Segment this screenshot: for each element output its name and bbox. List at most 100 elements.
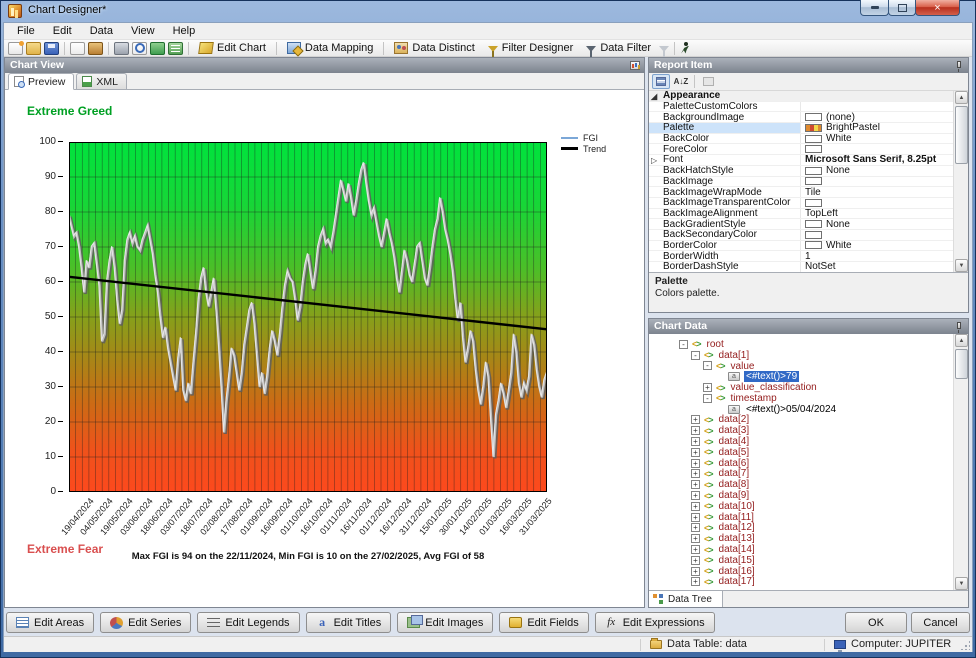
edit-series-button[interactable]: Edit Series <box>100 612 191 633</box>
run-icon[interactable] <box>680 42 690 55</box>
property-grid-scrollbar[interactable]: ▲ ▼ <box>953 91 968 272</box>
menu-edit[interactable]: Edit <box>44 24 81 38</box>
collapse-icon[interactable]: - <box>691 351 700 360</box>
tree-node-data-14-[interactable]: +<>data[14] <box>649 544 953 555</box>
property-value[interactable]: White <box>801 241 953 251</box>
edit-expressions-button[interactable]: fxEdit Expressions <box>595 612 715 633</box>
property-row-backgroundimage[interactable]: BackgroundImage(none) <box>649 112 953 123</box>
property-row-backgradientstyle[interactable]: BackGradientStyleNone <box>649 219 953 230</box>
tree-node-data-13-[interactable]: +<>data[13] <box>649 533 953 544</box>
export-grid-icon[interactable] <box>168 42 183 55</box>
sort-alphabetical-button[interactable]: A↓Z <box>672 74 690 89</box>
property-value[interactable] <box>801 177 953 187</box>
filter-designer-button[interactable]: Filter Designer <box>483 41 579 55</box>
property-row-backimage[interactable]: BackImage <box>649 177 953 188</box>
expand-icon[interactable]: + <box>691 502 700 511</box>
tree-node--text-79[interactable]: a<#text()>79 <box>649 371 953 382</box>
property-value[interactable]: Microsoft Sans Serif, 8.25pt <box>801 155 953 165</box>
tab-preview[interactable]: Preview <box>8 73 74 90</box>
minimize-button[interactable] <box>860 0 889 16</box>
expand-icon[interactable]: + <box>691 469 700 478</box>
tree-node-value-classification[interactable]: +<>value_classification <box>649 382 953 393</box>
expand-icon[interactable]: + <box>691 545 700 554</box>
tree-node-data-8-[interactable]: +<>data[8] <box>649 479 953 490</box>
expand-icon[interactable]: + <box>691 459 700 468</box>
collapse-icon[interactable]: - <box>679 340 688 349</box>
scroll-thumb[interactable] <box>955 106 968 164</box>
tree-node-timestamp[interactable]: -<>timestamp <box>649 393 953 404</box>
categorized-button[interactable] <box>652 74 670 89</box>
ok-button[interactable]: OK <box>845 612 907 633</box>
menu-view[interactable]: View <box>122 24 164 38</box>
tree-node-data-7-[interactable]: +<>data[7] <box>649 469 953 480</box>
data-distinct-button[interactable]: Data Distinct <box>389 41 479 55</box>
print-preview-icon[interactable] <box>132 42 147 55</box>
tree-node-root[interactable]: -<>root <box>649 339 953 350</box>
property-row-borderwidth[interactable]: BorderWidth1 <box>649 251 953 262</box>
property-row-font[interactable]: ▷FontMicrosoft Sans Serif, 8.25pt <box>649 155 953 166</box>
cancel-button[interactable]: Cancel <box>911 612 970 633</box>
tree-node-value[interactable]: -<>value <box>649 361 953 372</box>
property-row-palettecustomcolors[interactable]: PaletteCustomColors <box>649 102 953 113</box>
expand-icon[interactable]: + <box>691 437 700 446</box>
edit-images-button[interactable]: Edit Images <box>397 612 493 633</box>
scroll-thumb[interactable] <box>955 349 968 379</box>
tree-scrollbar[interactable]: ▲ ▼ <box>953 334 968 590</box>
tree-node-data-11-[interactable]: +<>data[11] <box>649 512 953 523</box>
tree-node-data-5-[interactable]: +<>data[5] <box>649 447 953 458</box>
property-value[interactable]: None <box>801 219 953 229</box>
edit-fields-button[interactable]: Edit Fields <box>499 612 588 633</box>
tree-node-data-1-[interactable]: -<>data[1] <box>649 350 953 361</box>
tree-node-data-15-[interactable]: +<>data[15] <box>649 555 953 566</box>
property-value[interactable]: BrightPastel <box>801 123 953 133</box>
open-icon[interactable] <box>26 42 41 55</box>
property-value[interactable]: NotSet <box>801 262 953 272</box>
app-icon[interactable] <box>8 4 22 18</box>
expand-icon[interactable]: + <box>691 426 700 435</box>
expand-icon[interactable]: ▷ <box>651 156 657 165</box>
property-value[interactable] <box>801 230 953 240</box>
scroll-down-arrow[interactable]: ▼ <box>955 577 968 590</box>
expand-icon[interactable]: + <box>691 523 700 532</box>
expand-icon[interactable]: + <box>691 513 700 522</box>
edit-chart-button[interactable]: Edit Chart <box>194 41 271 55</box>
menu-help[interactable]: Help <box>164 24 205 38</box>
data-mapping-button[interactable]: Data Mapping <box>282 41 379 55</box>
expand-icon[interactable]: + <box>691 415 700 424</box>
expand-icon[interactable]: + <box>691 491 700 500</box>
resize-grip[interactable] <box>960 640 970 650</box>
expand-icon[interactable]: + <box>691 577 700 586</box>
property-value[interactable]: 1 <box>801 251 953 261</box>
collapse-icon[interactable]: - <box>703 361 712 370</box>
scroll-up-arrow[interactable]: ▲ <box>955 91 968 104</box>
tree-node-data-12-[interactable]: +<>data[12] <box>649 523 953 534</box>
property-row-backhatchstyle[interactable]: BackHatchStyleNone <box>649 166 953 177</box>
design-icon[interactable] <box>88 42 103 55</box>
property-row-backcolor[interactable]: BackColorWhite <box>649 134 953 145</box>
property-row-backimagetransparentcolor[interactable]: BackImageTransparentColor <box>649 198 953 209</box>
collapse-icon[interactable]: - <box>703 394 712 403</box>
new-document-icon[interactable] <box>8 42 23 55</box>
property-row-borderdashstyle[interactable]: BorderDashStyleNotSet <box>649 262 953 272</box>
close-button[interactable]: × <box>915 0 960 16</box>
collapse-icon[interactable]: ◢ <box>651 92 657 101</box>
data-filter-button[interactable]: Data Filter <box>581 41 656 55</box>
tab-xml[interactable]: XML <box>76 73 127 89</box>
property-row-bordercolor[interactable]: BorderColorWhite <box>649 241 953 252</box>
tab-data-tree[interactable]: Data Tree <box>649 591 723 607</box>
expand-icon[interactable]: + <box>703 383 712 392</box>
tree-node--text-05-04-2024[interactable]: a<#text()>05/04/2024 <box>649 404 953 415</box>
tree-node-data-2-[interactable]: +<>data[2] <box>649 415 953 426</box>
title-bar[interactable]: Chart Designer* × <box>0 0 976 22</box>
property-row-backsecondarycolor[interactable]: BackSecondaryColor <box>649 230 953 241</box>
expand-icon[interactable]: + <box>691 448 700 457</box>
expand-icon[interactable]: + <box>691 534 700 543</box>
export-icon[interactable] <box>150 42 165 55</box>
property-value[interactable] <box>801 144 953 154</box>
tree-node-data-4-[interactable]: +<>data[4] <box>649 436 953 447</box>
tree-node-data-10-[interactable]: +<>data[10] <box>649 501 953 512</box>
property-value[interactable]: None <box>801 166 953 176</box>
pin-icon[interactable] <box>957 322 961 329</box>
expand-icon[interactable]: + <box>691 567 700 576</box>
menu-file[interactable]: File <box>8 24 44 38</box>
